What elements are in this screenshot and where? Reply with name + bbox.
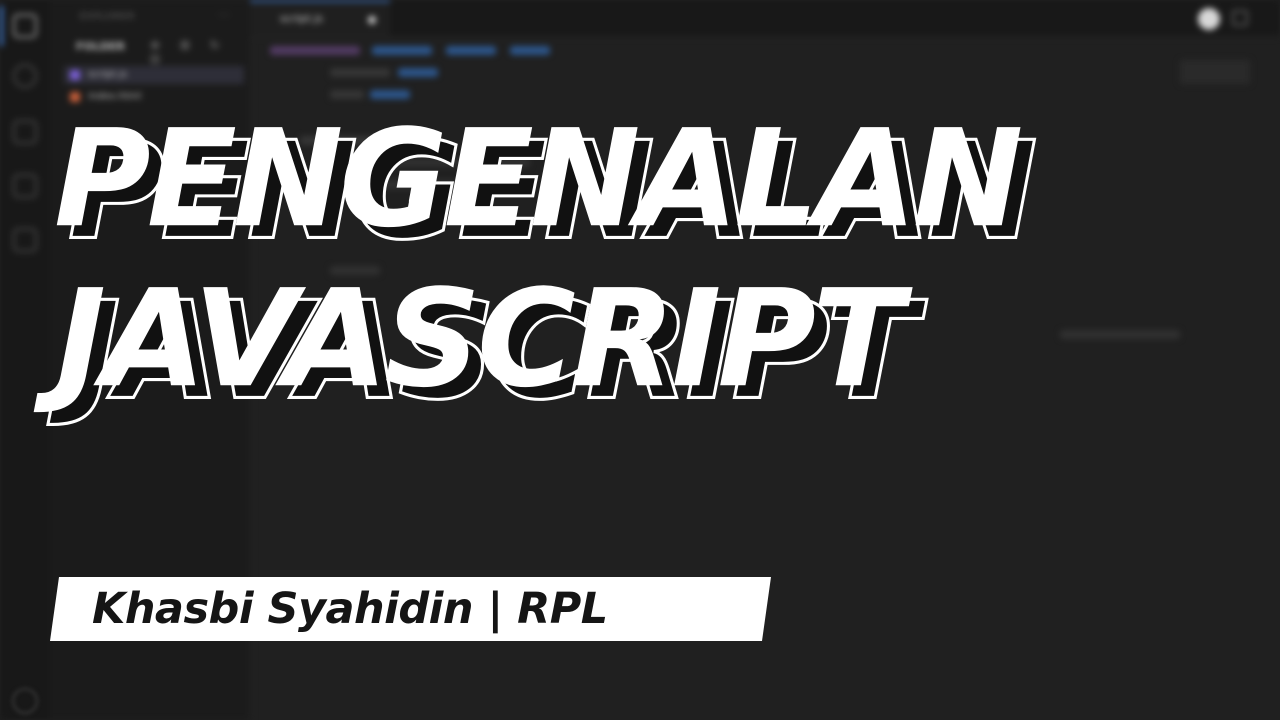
thumbnail-canvas: EXPLORER ··· FOLDER ⊕ ⊞ ↻ ⊟ script.js in… — [0, 0, 1280, 720]
accounts-icon[interactable] — [12, 688, 38, 714]
video-title: PENGENALAN PENGENALAN JAVASCRIPT JAVASCR… — [0, 0, 1280, 460]
title-line-2: JAVASCRIPT JAVASCRIPT — [56, 272, 920, 420]
author-name: Khasbi Syahidin | RPL — [92, 584, 608, 634]
title-line-2-text: JAVASCRIPT — [56, 260, 904, 418]
title-line-1-text: PENGENALAN — [54, 100, 1023, 258]
title-line-1: PENGENALAN PENGENALAN — [54, 112, 1039, 260]
